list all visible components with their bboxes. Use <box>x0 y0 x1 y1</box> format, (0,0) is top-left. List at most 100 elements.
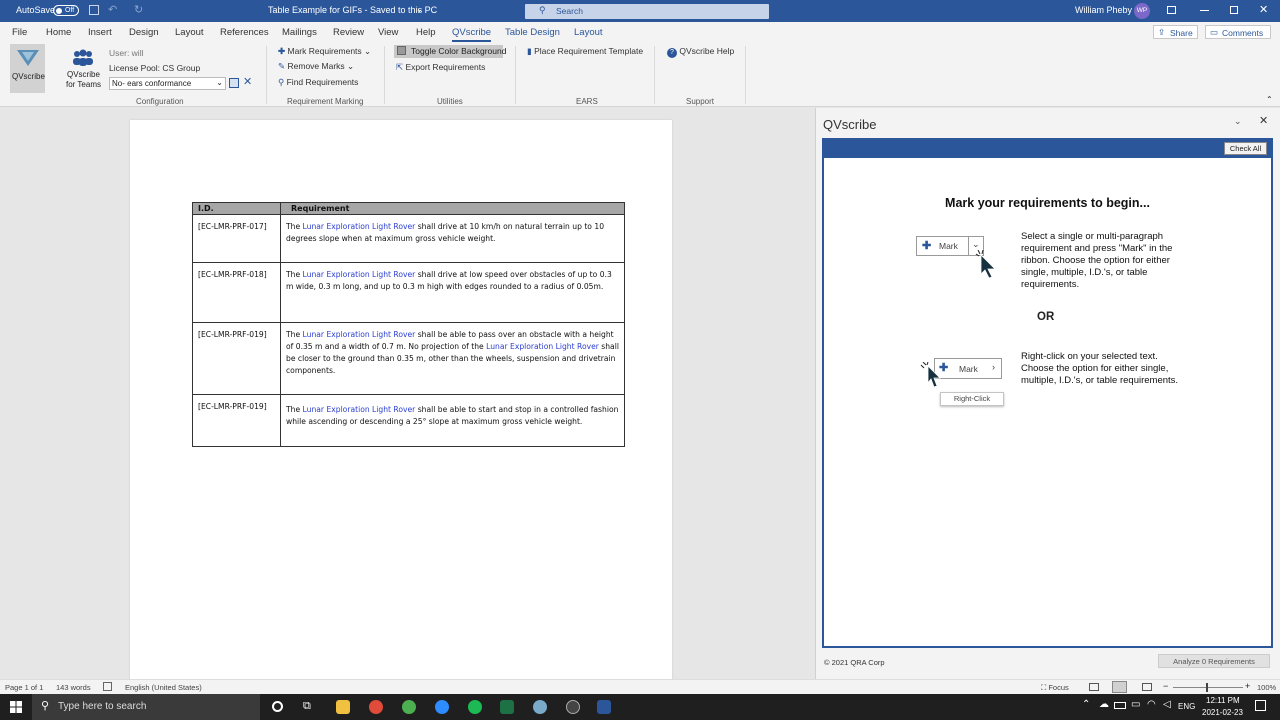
tab-design[interactable]: Design <box>129 27 159 38</box>
tab-home[interactable]: Home <box>46 27 71 38</box>
tab-references[interactable]: References <box>220 27 269 38</box>
collapse-ribbon-icon[interactable]: ⌃ <box>1266 95 1273 104</box>
mark-requirements-button[interactable]: ✚ Mark Requirements ⌄ <box>278 46 371 57</box>
network-icon[interactable]: ▭ <box>1131 699 1140 710</box>
pane-close-icon[interactable]: ✕ <box>1259 114 1268 127</box>
find-requirements-label: Find Requirements <box>286 77 359 87</box>
web-layout-icon[interactable] <box>1142 683 1152 691</box>
requirement-text[interactable]: The Lunar Exploration Light Rover shall … <box>280 322 625 395</box>
requirements-table: I.D. Requirement [EC-LMR-PRF-017] The Lu… <box>192 202 625 447</box>
save-icon[interactable] <box>89 5 99 15</box>
plus-icon: ✚ <box>278 46 286 56</box>
share-icon: ⇪ <box>1158 27 1166 37</box>
qvscribe-help-button[interactable]: ? QVscribe Help <box>667 46 734 58</box>
requirement-id: [EC-LMR-PRF-017] <box>192 214 281 263</box>
clock-time[interactable]: 12:11 PM <box>1206 696 1240 705</box>
windows-start-icon[interactable] <box>10 701 22 713</box>
language[interactable]: English (United States) <box>125 683 202 692</box>
battery-icon[interactable] <box>1114 702 1126 709</box>
restore-icon[interactable] <box>1230 6 1238 14</box>
read-mode-icon[interactable] <box>1089 683 1099 691</box>
document-page[interactable]: I.D. Requirement [EC-LMR-PRF-017] The Lu… <box>130 120 672 680</box>
excel-icon[interactable] <box>500 700 514 714</box>
export-requirements-button[interactable]: ⇱ Export Requirements <box>396 62 485 73</box>
focus-icon: ⛶ <box>1041 683 1047 692</box>
proofing-icon[interactable] <box>103 682 112 691</box>
zoom-slider[interactable] <box>1173 683 1243 692</box>
zoom-out-icon[interactable]: − <box>1163 681 1168 691</box>
task-view-icon[interactable]: ⧉ <box>303 700 311 713</box>
app-icon[interactable] <box>533 700 547 714</box>
onedrive-icon[interactable]: ☁ <box>1099 699 1109 710</box>
requirement-text[interactable]: The Lunar Exploration Light Rover shall … <box>280 394 625 447</box>
place-requirement-template-button[interactable]: ▮ Place Requirement Template <box>527 46 643 57</box>
clock-date[interactable]: 2021-02-23 <box>1202 708 1243 717</box>
teams-label-2: for Teams <box>66 80 101 89</box>
focus-button[interactable]: ⛶ Focus <box>1041 683 1069 693</box>
screen-recorder-icon[interactable] <box>566 700 580 714</box>
toggle-color-background-button[interactable]: Toggle Color Background <box>394 45 506 58</box>
tray-chevron-icon[interactable]: ⌃ <box>1082 699 1090 710</box>
tab-help[interactable]: Help <box>416 27 436 38</box>
share-button[interactable]: ⇪ Share <box>1153 25 1198 39</box>
comments-button[interactable]: ▭ Comments <box>1205 25 1271 39</box>
help-label: QVscribe Help <box>679 46 735 56</box>
page-count[interactable]: Page 1 of 1 <box>5 683 43 692</box>
minimize-icon[interactable] <box>1200 10 1209 11</box>
print-layout-icon[interactable] <box>1112 681 1127 693</box>
ears-select[interactable]: No- ears conformance ⌄ <box>109 77 226 90</box>
document-area: I.D. Requirement [EC-LMR-PRF-017] The Lu… <box>0 108 815 680</box>
taskbar-search[interactable]: ⚲ Type here to search <box>32 694 260 720</box>
input-language[interactable]: ENG <box>1178 702 1195 711</box>
tab-mailings[interactable]: Mailings <box>282 27 317 38</box>
wifi-icon[interactable]: ◠ <box>1147 699 1156 710</box>
ribbon-display-icon[interactable] <box>1167 6 1176 14</box>
find-requirements-button[interactable]: ⚲ Find Requirements <box>278 77 358 88</box>
analyze-button[interactable]: Analyze 0 Requirements <box>1158 654 1270 668</box>
copyright: © 2021 QRA Corp <box>824 658 885 667</box>
redo-icon[interactable]: ↻ <box>134 3 143 16</box>
table-row[interactable]: [EC-LMR-PRF-019] The Lunar Exploration L… <box>192 394 625 447</box>
table-header-requirement: Requirement <box>280 202 625 215</box>
qvscribe-button[interactable]: QVscribe <box>10 44 45 93</box>
cortana-icon[interactable] <box>272 701 283 712</box>
undo-icon[interactable]: ↶ <box>108 3 117 16</box>
table-row[interactable]: [EC-LMR-PRF-017] The Lunar Exploration L… <box>192 214 625 263</box>
close-icon[interactable]: ✕ <box>1259 3 1268 16</box>
check-all-button[interactable]: Check All <box>1224 142 1267 155</box>
tab-file[interactable]: File <box>12 27 27 38</box>
volume-icon[interactable]: ◁ <box>1163 699 1171 710</box>
tab-view[interactable]: View <box>378 27 398 38</box>
teams-app-icon[interactable] <box>402 700 416 714</box>
table-row[interactable]: [EC-LMR-PRF-018] The Lunar Exploration L… <box>192 262 625 323</box>
requirement-text[interactable]: The Lunar Exploration Light Rover shall … <box>280 262 625 323</box>
table-row[interactable]: [EC-LMR-PRF-019] The Lunar Exploration L… <box>192 322 625 395</box>
zoom-level[interactable]: 100% <box>1257 683 1276 692</box>
tab-table-layout[interactable]: Layout <box>574 27 603 38</box>
file-explorer-icon[interactable] <box>336 700 350 714</box>
title-search-box[interactable]: ⚲ Search <box>525 4 769 19</box>
qvscribe-for-teams-button[interactable]: QVscribe for Teams <box>63 47 103 93</box>
spotify-icon[interactable] <box>468 700 482 714</box>
pane-options-icon[interactable]: ⌄ <box>1234 116 1242 127</box>
tools-icon[interactable]: ✕ <box>243 75 252 88</box>
word-count[interactable]: 143 words <box>56 683 91 692</box>
autosave-toggle[interactable]: Off <box>53 5 79 16</box>
tab-table-design[interactable]: Table Design <box>505 27 560 38</box>
tab-insert[interactable]: Insert <box>88 27 112 38</box>
chrome-icon[interactable] <box>369 700 383 714</box>
tab-review[interactable]: Review <box>333 27 364 38</box>
title-dropdown-icon[interactable]: ⌄ <box>416 5 423 14</box>
notifications-icon[interactable] <box>1255 700 1266 711</box>
tab-layout[interactable]: Layout <box>175 27 204 38</box>
table-header-id: I.D. <box>192 202 281 215</box>
remove-marks-button[interactable]: ✎ Remove Marks ⌄ <box>278 61 354 72</box>
requirement-text[interactable]: The Lunar Exploration Light Rover shall … <box>280 214 625 263</box>
zoom-app-icon[interactable] <box>435 700 449 714</box>
tab-qvscribe[interactable]: QVscribe <box>452 27 492 42</box>
zoom-in-icon[interactable]: + <box>1245 681 1250 691</box>
avatar[interactable]: WP <box>1134 3 1150 19</box>
context-mark-illustration: ✚ Mark › <box>934 358 1002 379</box>
save-config-icon[interactable] <box>229 78 239 88</box>
word-icon[interactable] <box>597 700 611 714</box>
